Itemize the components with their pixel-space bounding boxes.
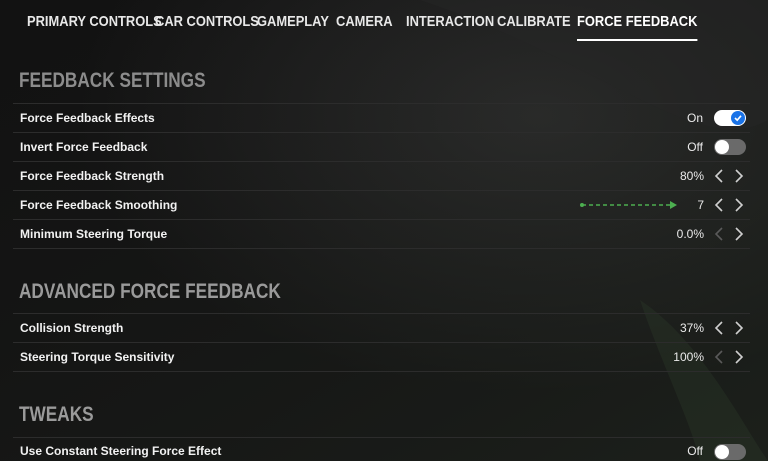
toggle-knob — [715, 140, 729, 154]
chevron-left-icon[interactable] — [712, 226, 726, 242]
row-label: Force Feedback Smoothing — [20, 198, 178, 212]
row-label: Invert Force Feedback — [20, 140, 148, 154]
chevron-right-icon[interactable] — [732, 320, 746, 336]
toggle-knob — [731, 111, 745, 125]
row-value: Off — [687, 444, 703, 458]
chevron-left-icon[interactable] — [712, 168, 726, 184]
tab-gameplay[interactable]: GAMEPLAY — [257, 13, 329, 41]
row-value: On — [686, 111, 703, 125]
top-nav: PRIMARY CONTROLS CAR CONTROLS GAMEPLAY C… — [0, 0, 768, 50]
row-collision-strength[interactable]: Collision Strength 37% — [13, 313, 750, 342]
toggle-knob — [715, 445, 729, 459]
row-label: Force Feedback Strength — [20, 169, 165, 183]
row-value: 0.0% — [676, 227, 704, 241]
row-steering-torque-sensitivity[interactable]: Steering Torque Sensitivity 100% — [13, 342, 750, 372]
section-title-tweaks: TWEAKS — [19, 403, 94, 426]
tab-force-feedback[interactable]: FORCE FEEDBACK — [577, 13, 698, 41]
chevron-right-icon[interactable] — [732, 168, 746, 184]
tab-calibrate[interactable]: CALIBRATE — [497, 13, 571, 41]
chevron-left-icon[interactable] — [712, 349, 726, 365]
row-use-constant-steering-force-effect[interactable]: Use Constant Steering Force Effect Off — [13, 437, 750, 461]
row-label: Use Constant Steering Force Effect — [20, 444, 222, 458]
row-value: 7 — [697, 198, 704, 212]
chevron-left-icon[interactable] — [712, 197, 726, 213]
dashed-arrow-annotation-icon — [580, 201, 677, 209]
force-feedback-effects-toggle[interactable] — [714, 110, 746, 126]
chevron-right-icon[interactable] — [732, 349, 746, 365]
section-title-feedback-settings: FEEDBACK SETTINGS — [19, 69, 206, 92]
tab-camera[interactable]: CAMERA — [336, 13, 393, 41]
checkmark-icon — [734, 115, 742, 122]
section-title-advanced-force-feedback: ADVANCED FORCE FEEDBACK — [19, 280, 281, 303]
row-label: Minimum Steering Torque — [20, 227, 168, 241]
row-value: Off — [687, 140, 703, 154]
tab-car-controls[interactable]: CAR CONTROLS — [155, 13, 259, 41]
row-value: 100% — [673, 350, 704, 364]
tab-interaction[interactable]: INTERACTION — [406, 13, 494, 41]
row-label: Steering Torque Sensitivity — [20, 350, 175, 364]
invert-force-feedback-toggle[interactable] — [714, 139, 746, 155]
chevron-right-icon[interactable] — [732, 197, 746, 213]
row-value: 37% — [679, 321, 704, 335]
row-minimum-steering-torque[interactable]: Minimum Steering Torque 0.0% — [13, 219, 750, 249]
row-invert-force-feedback[interactable]: Invert Force Feedback Off — [13, 132, 750, 161]
use-constant-steering-force-effect-toggle[interactable] — [714, 444, 746, 460]
row-label: Force Feedback Effects — [20, 111, 155, 125]
row-force-feedback-strength[interactable]: Force Feedback Strength 80% — [13, 161, 750, 190]
row-label: Collision Strength — [20, 321, 124, 335]
row-force-feedback-effects[interactable]: Force Feedback Effects On — [13, 103, 750, 132]
row-value: 80% — [679, 169, 704, 183]
chevron-left-icon[interactable] — [712, 320, 726, 336]
chevron-right-icon[interactable] — [732, 226, 746, 242]
tab-primary-controls[interactable]: PRIMARY CONTROLS — [27, 13, 162, 41]
